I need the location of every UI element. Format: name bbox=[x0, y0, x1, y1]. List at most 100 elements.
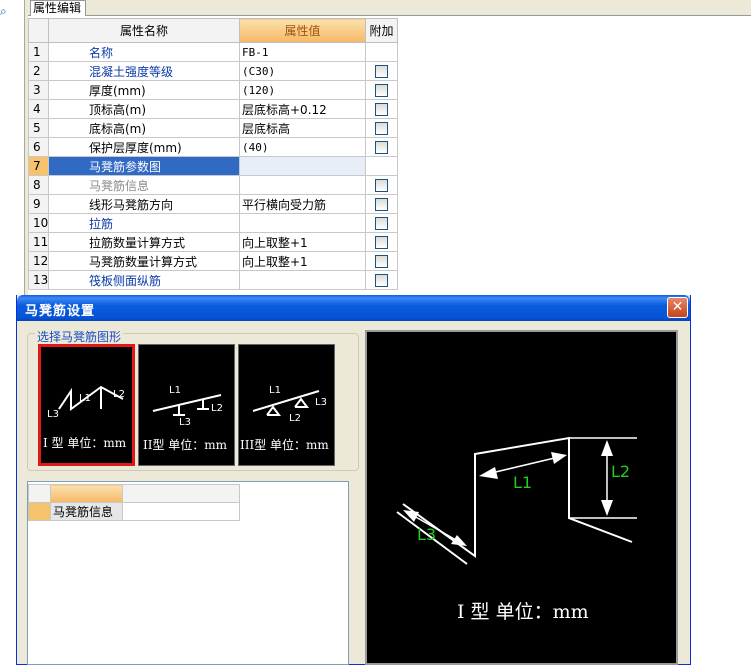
property-value[interactable] bbox=[239, 270, 366, 290]
property-value[interactable]: 平行横向受力筋 bbox=[239, 194, 366, 214]
tab-bar bbox=[28, 0, 751, 16]
extra-cell bbox=[365, 175, 398, 195]
property-value[interactable] bbox=[239, 156, 366, 176]
extra-checkbox[interactable] bbox=[375, 198, 388, 211]
property-name[interactable]: 线形马凳筋方向 bbox=[48, 194, 240, 214]
info-row[interactable]: 马凳筋信息 bbox=[28, 502, 240, 521]
property-value[interactable]: 层底标高+0.12 bbox=[239, 99, 366, 119]
header-property-value[interactable]: 属性值 bbox=[239, 18, 366, 43]
extra-checkbox[interactable] bbox=[375, 84, 388, 97]
property-name[interactable]: 拉筋数量计算方式 bbox=[48, 232, 240, 252]
stirrup-settings-dialog: 马凳筋设置 ✕ 选择马凳筋图形 L1 L2 L3 I 型 单位：mm L1 L2… bbox=[16, 295, 691, 665]
header-extra[interactable]: 附加 bbox=[365, 18, 398, 43]
property-row[interactable]: 2 混凝土强度等级 (C30) bbox=[28, 61, 398, 81]
property-name[interactable]: 顶标高(m) bbox=[48, 99, 240, 119]
property-row[interactable]: 12 马凳筋数量计算方式 向上取整+1 bbox=[28, 251, 398, 271]
property-value[interactable]: 向上取整+1 bbox=[239, 251, 366, 271]
property-name[interactable]: 底标高(m) bbox=[48, 118, 240, 138]
row-number[interactable]: 4 bbox=[28, 99, 49, 119]
property-name[interactable]: 筏板侧面纵筋 bbox=[48, 270, 240, 290]
property-value[interactable]: (120) bbox=[239, 80, 366, 100]
dialog-title: 马凳筋设置 bbox=[25, 304, 96, 319]
property-value[interactable]: 向上取整+1 bbox=[239, 232, 366, 252]
property-value[interactable] bbox=[239, 175, 366, 195]
thumb2-label-l2: L2 bbox=[211, 403, 223, 414]
extra-cell bbox=[365, 232, 398, 252]
thumb1-label-l2: L2 bbox=[113, 389, 125, 400]
property-name[interactable]: 混凝土强度等级 bbox=[48, 61, 240, 81]
property-row[interactable]: 1 名称 FB-1 bbox=[28, 42, 398, 62]
property-row[interactable]: 3 厚度(mm) (120) bbox=[28, 80, 398, 100]
property-name[interactable]: 保护层厚度(mm) bbox=[48, 137, 240, 157]
preview-label-l1: L1 bbox=[513, 473, 532, 492]
thumb1-label-l1: L1 bbox=[79, 393, 91, 404]
extra-checkbox[interactable] bbox=[375, 274, 388, 287]
close-button[interactable]: ✕ bbox=[667, 297, 688, 318]
property-name[interactable]: 马凳筋数量计算方式 bbox=[48, 251, 240, 271]
property-name[interactable]: 马凳筋参数图 bbox=[48, 156, 240, 176]
preview-caption: I 型 单位：mm bbox=[457, 601, 589, 623]
extra-checkbox[interactable] bbox=[375, 255, 388, 268]
extra-checkbox[interactable] bbox=[375, 122, 388, 135]
row-number[interactable]: 11 bbox=[28, 232, 49, 252]
info-row-value[interactable] bbox=[122, 502, 240, 521]
row-number[interactable]: 8 bbox=[28, 175, 49, 195]
property-value[interactable]: FB-1 bbox=[239, 42, 366, 62]
row-number[interactable]: 2 bbox=[28, 61, 49, 81]
shape-thumbnail-type-3[interactable]: L1 L3 L2 III型 单位：mm bbox=[238, 344, 335, 466]
extra-checkbox[interactable] bbox=[375, 179, 388, 192]
row-number[interactable]: 6 bbox=[28, 137, 49, 157]
extra-checkbox[interactable] bbox=[375, 236, 388, 249]
property-row[interactable]: 5 底标高(m) 层底标高 bbox=[28, 118, 398, 138]
shape-thumbnail-type-1[interactable]: L1 L2 L3 I 型 单位：mm bbox=[38, 344, 135, 466]
tab-property-edit[interactable]: 属性编辑 bbox=[30, 0, 86, 16]
extra-cell bbox=[365, 156, 398, 176]
property-value[interactable] bbox=[239, 213, 366, 233]
property-row[interactable]: 4 顶标高(m) 层底标高+0.12 bbox=[28, 99, 398, 119]
property-row[interactable]: 8 马凳筋信息 bbox=[28, 175, 398, 195]
row-number[interactable]: 5 bbox=[28, 118, 49, 138]
extra-cell bbox=[365, 99, 398, 119]
thumb3-label-l3: L3 bbox=[315, 397, 327, 408]
info-header-name[interactable] bbox=[50, 484, 123, 503]
property-row[interactable]: 10 拉筋 bbox=[28, 213, 398, 233]
header-property-name[interactable]: 属性名称 bbox=[48, 18, 240, 43]
property-row[interactable]: 6 保护层厚度(mm) (40) bbox=[28, 137, 398, 157]
row-number[interactable]: 7 bbox=[28, 156, 49, 176]
shape-group-label: 选择马凳筋图形 bbox=[35, 328, 124, 345]
row-number[interactable]: 13 bbox=[28, 270, 49, 290]
stirrup-info-grid: 马凳筋信息 bbox=[28, 484, 240, 521]
search-icon[interactable]: ⌕ bbox=[0, 4, 14, 18]
preview-label-l2: L2 bbox=[611, 462, 630, 481]
info-row-name[interactable]: 马凳筋信息 bbox=[50, 502, 123, 521]
extra-checkbox[interactable] bbox=[375, 141, 388, 154]
extra-cell bbox=[365, 194, 398, 214]
extra-checkbox[interactable] bbox=[375, 217, 388, 230]
thumb1-label-l3: L3 bbox=[47, 409, 59, 420]
property-value[interactable]: (C30) bbox=[239, 61, 366, 81]
property-row[interactable]: 11 拉筋数量计算方式 向上取整+1 bbox=[28, 232, 398, 252]
dialog-titlebar[interactable]: 马凳筋设置 ✕ bbox=[17, 295, 690, 321]
property-name[interactable]: 拉筋 bbox=[48, 213, 240, 233]
extra-checkbox[interactable] bbox=[375, 65, 388, 78]
preview-label-l3: L3 bbox=[417, 525, 436, 544]
info-row-header[interactable] bbox=[28, 502, 51, 521]
extra-cell bbox=[365, 42, 398, 62]
row-number[interactable]: 10 bbox=[28, 213, 49, 233]
property-name[interactable]: 名称 bbox=[48, 42, 240, 62]
property-row[interactable]: 9 线形马凳筋方向 平行横向受力筋 bbox=[28, 194, 398, 214]
row-number[interactable]: 1 bbox=[28, 42, 49, 62]
row-number[interactable]: 12 bbox=[28, 251, 49, 271]
thumb3-caption: III型 单位：mm bbox=[240, 437, 329, 452]
info-header-value[interactable] bbox=[122, 484, 240, 503]
property-name[interactable]: 马凳筋信息 bbox=[48, 175, 240, 195]
property-value[interactable]: 层底标高 bbox=[239, 118, 366, 138]
row-number[interactable]: 9 bbox=[28, 194, 49, 214]
property-value[interactable]: (40) bbox=[239, 137, 366, 157]
property-row[interactable]: 13 筏板侧面纵筋 bbox=[28, 270, 398, 290]
row-number[interactable]: 3 bbox=[28, 80, 49, 100]
extra-checkbox[interactable] bbox=[375, 103, 388, 116]
shape-thumbnail-type-2[interactable]: L1 L2 L3 II型 单位：mm bbox=[138, 344, 235, 466]
property-row[interactable]: 7 马凳筋参数图 bbox=[28, 156, 398, 176]
property-name[interactable]: 厚度(mm) bbox=[48, 80, 240, 100]
